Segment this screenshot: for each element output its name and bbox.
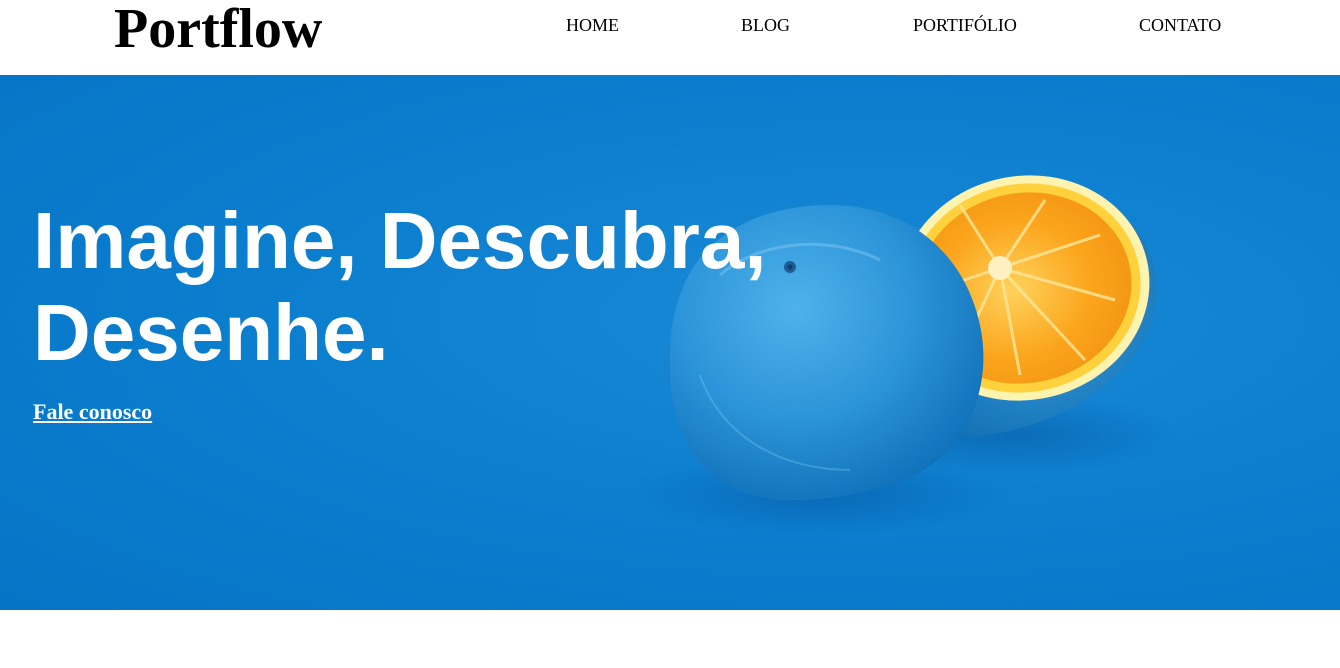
nav-home[interactable]: HOME [566, 14, 619, 36]
site-header: Portflow HOME BLOG PORTIFÓLIO CONTATO [0, 0, 1340, 75]
nav-portfolio[interactable]: PORTIFÓLIO [913, 14, 1017, 36]
hero-title-line-2: Desenhe. [33, 288, 389, 377]
hero-title: Imagine, Descubra, Desenhe. [33, 195, 833, 379]
hero-banner: Imagine, Descubra, Desenhe. Fale conosco [0, 75, 1340, 610]
nav-contact[interactable]: CONTATO [1139, 14, 1221, 36]
logo[interactable]: Portflow [114, 0, 322, 62]
nav-blog[interactable]: BLOG [741, 14, 790, 36]
contact-us-link[interactable]: Fale conosco [33, 399, 152, 425]
hero-title-line-1: Imagine, Descubra, [33, 196, 767, 285]
